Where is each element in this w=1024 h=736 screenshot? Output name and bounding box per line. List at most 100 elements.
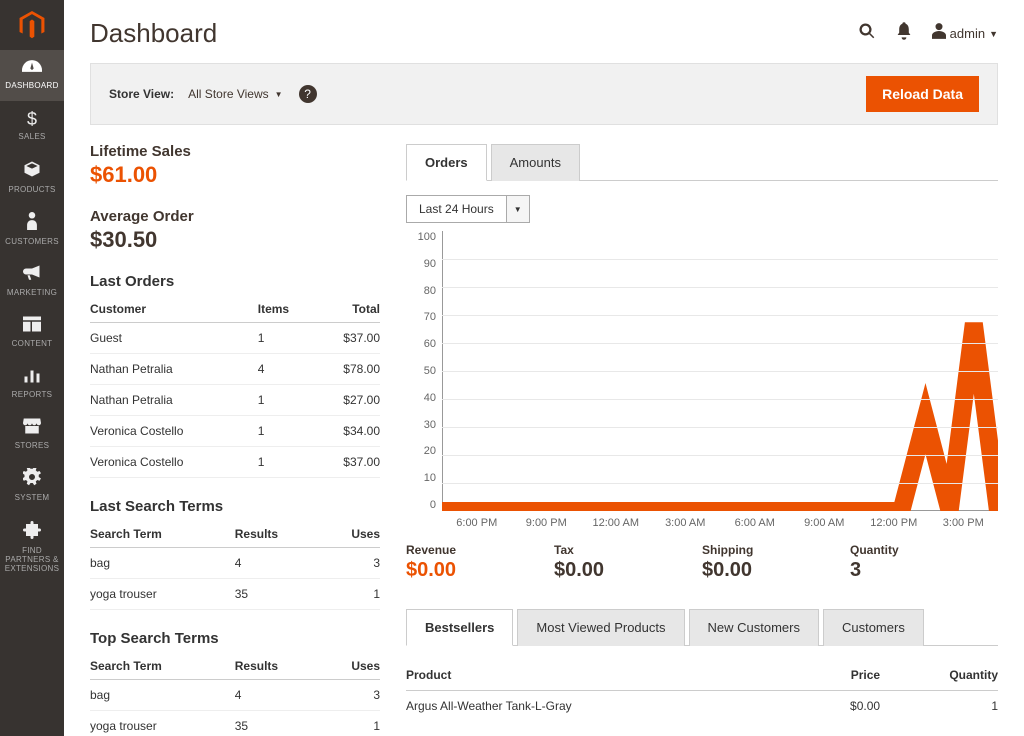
- table-row[interactable]: Argus All-Weather Tank-L-Gray$0.001: [406, 691, 998, 722]
- sidebar-label: CUSTOMERS: [5, 238, 59, 247]
- store-view-select[interactable]: All Store Views ▼: [188, 87, 282, 101]
- table-row[interactable]: Veronica Costello1$37.00: [90, 447, 380, 478]
- chevron-down-icon: ▼: [989, 29, 998, 39]
- chart-summary: Revenue $0.00 Tax $0.00 Shipping $0.00 Q…: [406, 543, 998, 582]
- summary-value: $0.00: [406, 559, 554, 582]
- table-cell: $0.00: [807, 691, 880, 722]
- y-tick: 30: [424, 419, 436, 431]
- col-header: Uses: [322, 521, 380, 548]
- x-tick: 9:00 PM: [512, 517, 582, 529]
- sidebar-item-products[interactable]: PRODUCTS: [0, 152, 64, 205]
- table-cell: 35: [235, 711, 322, 736]
- summary-value: $0.00: [554, 559, 702, 582]
- sidebar-item-reports[interactable]: REPORTS: [0, 359, 64, 410]
- table-cell: 1: [322, 579, 380, 610]
- sidebar-label: FIND PARTNERS & EXTENSIONS: [2, 547, 62, 573]
- timeframe-value: Last 24 Hours: [407, 196, 507, 222]
- tab-bestsellers[interactable]: Bestsellers: [406, 609, 513, 646]
- table-cell: 35: [235, 579, 322, 610]
- layout-icon: [23, 316, 41, 337]
- magento-logo[interactable]: [0, 0, 64, 50]
- table-row[interactable]: Guest1$37.00: [90, 323, 380, 354]
- sidebar-item-partners[interactable]: FIND PARTNERS & EXTENSIONS: [0, 513, 64, 583]
- table-cell: 1: [258, 385, 314, 416]
- store-view-bar: Store View: All Store Views ▼ ? Reload D…: [90, 63, 998, 125]
- x-tick: 3:00 AM: [651, 517, 721, 529]
- sidebar-item-stores[interactable]: STORES: [0, 410, 64, 461]
- y-tick: 50: [424, 365, 436, 377]
- last-orders-block: Last Orders Customer Items Total Guest1$…: [90, 273, 380, 478]
- timeframe-select[interactable]: Last 24 Hours ▼: [406, 195, 530, 223]
- store-view-value: All Store Views: [188, 87, 268, 101]
- table-cell: 4: [258, 354, 314, 385]
- cube-icon: [23, 160, 41, 183]
- admin-sidebar: DASHBOARD $ SALES PRODUCTS CUSTOMERS MAR…: [0, 0, 64, 736]
- store-view-label: Store View:: [109, 87, 174, 101]
- account-menu[interactable]: admin ▼: [932, 23, 998, 44]
- stat-value: $61.00: [90, 162, 380, 188]
- help-icon[interactable]: ?: [299, 85, 317, 103]
- x-tick: 6:00 PM: [442, 517, 512, 529]
- reload-data-button[interactable]: Reload Data: [866, 76, 979, 112]
- col-header: Items: [258, 296, 314, 323]
- y-tick: 0: [430, 499, 436, 511]
- sidebar-label: MARKETING: [7, 289, 57, 298]
- col-header: Results: [235, 653, 322, 680]
- table-cell: Guest: [90, 323, 258, 354]
- sidebar-item-content[interactable]: CONTENT: [0, 308, 64, 359]
- table-cell: 1: [880, 691, 998, 722]
- col-header: Customer: [90, 296, 258, 323]
- col-header: Search Term: [90, 521, 235, 548]
- tab-amounts[interactable]: Amounts: [491, 144, 580, 181]
- summary-label: Quantity: [850, 543, 998, 557]
- stat-value: $30.50: [90, 227, 380, 253]
- sidebar-item-dashboard[interactable]: DASHBOARD: [0, 50, 64, 101]
- x-tick: 12:00 AM: [581, 517, 651, 529]
- table-row[interactable]: Nathan Petralia1$27.00: [90, 385, 380, 416]
- search-icon[interactable]: [858, 22, 876, 45]
- summary-label: Tax: [554, 543, 702, 557]
- table-row[interactable]: bag43: [90, 548, 380, 579]
- table-row[interactable]: yoga trouser351: [90, 579, 380, 610]
- sidebar-item-customers[interactable]: CUSTOMERS: [0, 204, 64, 257]
- puzzle-icon: [23, 521, 41, 544]
- table-row[interactable]: Veronica Costello1$34.00: [90, 416, 380, 447]
- table-cell: 1: [258, 323, 314, 354]
- user-icon: [932, 23, 946, 44]
- orders-chart: 1009080706050403020100 6:00 PM9:00 PM12:…: [406, 231, 998, 529]
- page-title: Dashboard: [90, 18, 217, 49]
- sidebar-label: STORES: [15, 442, 50, 451]
- table-cell: Nathan Petralia: [90, 354, 258, 385]
- top-search-table: Search Term Results Uses bag43yoga trous…: [90, 653, 380, 736]
- last-orders-table: Customer Items Total Guest1$37.00Nathan …: [90, 296, 380, 478]
- table-cell: 1: [258, 447, 314, 478]
- table-row[interactable]: Nathan Petralia4$78.00: [90, 354, 380, 385]
- bar-chart-icon: [23, 367, 41, 388]
- chevron-down-icon: ▼: [275, 90, 283, 99]
- store-icon: [23, 418, 41, 439]
- tab-customers[interactable]: Customers: [823, 609, 924, 646]
- col-header: Uses: [322, 653, 380, 680]
- top-search-block: Top Search Terms Search Term Results Use…: [90, 630, 380, 736]
- table-row[interactable]: yoga trouser351: [90, 711, 380, 736]
- tab-orders[interactable]: Orders: [406, 144, 487, 181]
- tab-most-viewed[interactable]: Most Viewed Products: [517, 609, 684, 646]
- table-cell: Veronica Costello: [90, 416, 258, 447]
- table-row[interactable]: bag43: [90, 680, 380, 711]
- sidebar-item-sales[interactable]: $ SALES: [0, 101, 64, 152]
- lifetime-sales-block: Lifetime Sales $61.00: [90, 143, 380, 188]
- lower-tabs: Bestsellers Most Viewed Products New Cus…: [406, 608, 998, 646]
- sidebar-item-system[interactable]: SYSTEM: [0, 460, 64, 513]
- dollar-icon: $: [27, 109, 37, 130]
- sidebar-item-marketing[interactable]: MARKETING: [0, 257, 64, 308]
- chevron-down-icon: ▼: [507, 196, 529, 222]
- sidebar-label: DASHBOARD: [5, 82, 58, 91]
- bell-icon[interactable]: [896, 22, 912, 45]
- tab-new-customers[interactable]: New Customers: [689, 609, 819, 646]
- summary-value: 3: [850, 559, 998, 582]
- account-name: admin: [950, 26, 985, 41]
- y-tick: 40: [424, 392, 436, 404]
- main-tabs: Orders Amounts: [406, 143, 998, 181]
- main-content: Dashboard admin ▼ Store View: All Store …: [64, 0, 1024, 736]
- stat-label: Average Order: [90, 208, 380, 225]
